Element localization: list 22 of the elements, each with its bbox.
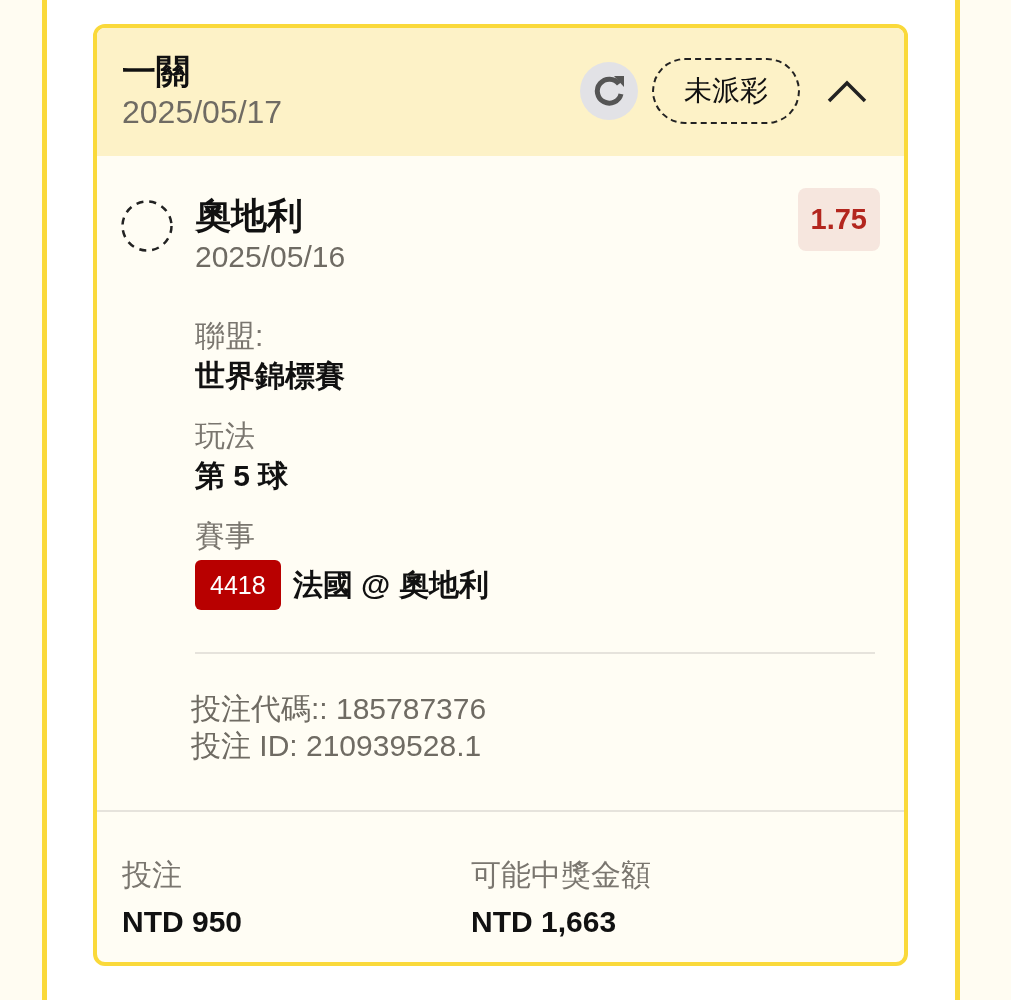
summary-value: NTD 1,663 [471,904,618,940]
dashed-circle-icon [121,200,173,252]
odds-badge: 1.75 [797,188,880,251]
status-badge: 未派彩 [652,58,800,124]
summary-value: NTD 950 [122,904,244,940]
chevron-up-icon[interactable] [826,78,868,104]
match-code-badge: 4418 [195,560,281,610]
detail-value: 世界錦標賽 [195,358,346,394]
bet-type-title: 一關 [122,51,191,92]
detail-value: 第 5 球 [195,458,290,494]
bet-date: 2025/05/17 [122,93,284,132]
bet-reference: 投注代碼:: 185787376 [191,691,488,727]
summary-label: 可能中獎金額 [471,857,651,893]
summary-label: 投注 [122,857,183,893]
selection-name: 奧地利 [195,194,304,238]
detail-label: 聯盟: [195,318,265,354]
bet-reference: 投注 ID: 210939528.1 [191,728,483,764]
selection-date: 2025/05/16 [195,239,347,275]
detail-label: 玩法 [195,418,256,454]
detail-value: 法國 @ 奧地利 [292,567,489,603]
detail-label: 賽事 [195,518,256,554]
refresh-icon[interactable] [580,62,638,120]
